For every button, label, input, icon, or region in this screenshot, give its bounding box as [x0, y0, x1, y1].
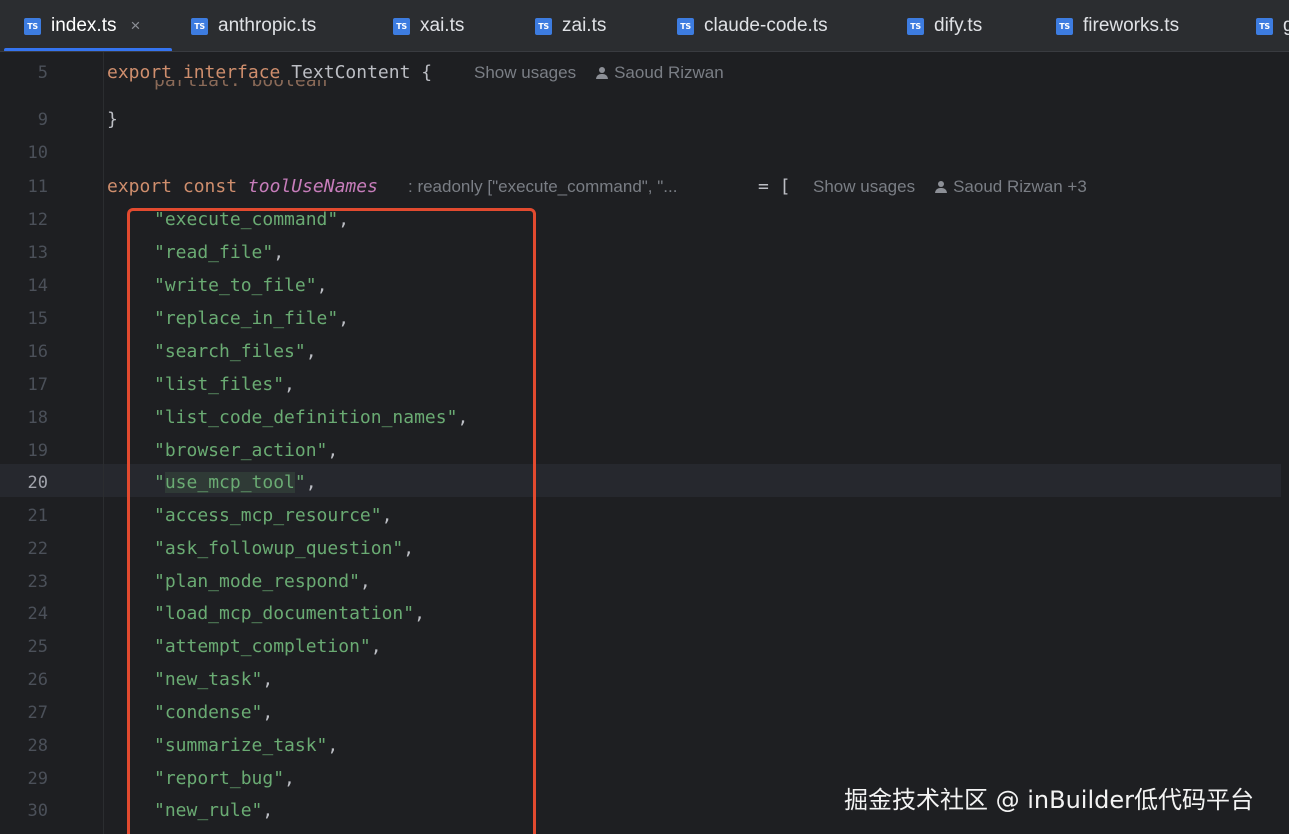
- tab-claude-code-ts[interactable]: TS claude-code.ts: [677, 0, 828, 51]
- code-line: partial: boolean: [0, 80, 1289, 96]
- line-number: 28: [27, 735, 48, 756]
- tab-label: index.ts: [51, 15, 117, 36]
- line-number: 11: [27, 176, 48, 197]
- code-text: partial: boolean: [154, 80, 328, 91]
- tab-label: xai.ts: [420, 15, 465, 36]
- line-number: 12: [27, 209, 48, 230]
- line-number: 15: [27, 308, 48, 329]
- user-icon: [935, 180, 948, 193]
- typescript-file-icon: TS: [535, 17, 552, 35]
- tab-label: g: [1283, 15, 1289, 37]
- line-number: 29: [27, 768, 48, 789]
- tab-index-ts[interactable]: TS index.ts ×: [24, 0, 140, 51]
- code-editor[interactable]: 5 export interface TextContent { Show us…: [0, 52, 1289, 834]
- tab-label: anthropic.ts: [218, 15, 317, 36]
- tab-xai-ts[interactable]: TS xai.ts: [393, 0, 465, 51]
- line-number: 13: [27, 242, 48, 263]
- keyword: export const: [107, 176, 238, 197]
- vertical-scrollbar[interactable]: [1281, 52, 1289, 834]
- tab-zai-ts[interactable]: TS zai.ts: [535, 0, 607, 51]
- annotation-highlight-box: [127, 208, 536, 834]
- line-number: 27: [27, 702, 48, 723]
- tab-truncated[interactable]: TS g: [1256, 0, 1289, 51]
- tab-label: claude-code.ts: [704, 15, 828, 36]
- code-lens: Show usages Saoud Rizwan +3: [813, 177, 1087, 197]
- tab-label: zai.ts: [562, 15, 607, 36]
- code-line: 10: [0, 136, 1289, 169]
- line-number: 14: [27, 275, 48, 296]
- tab-dify-ts[interactable]: TS dify.ts: [907, 0, 983, 51]
- typescript-file-icon: TS: [191, 17, 208, 35]
- line-number: 30: [27, 800, 48, 821]
- inlay-type-hint: : readonly ["execute_command", "...: [408, 176, 678, 196]
- code-text: }: [107, 109, 118, 130]
- line-number: 24: [27, 603, 48, 624]
- line-number: 17: [27, 374, 48, 395]
- line-number: 21: [27, 505, 48, 526]
- line-number: 9: [37, 109, 48, 130]
- assign-bracket: = [: [758, 176, 791, 197]
- line-number: 18: [27, 407, 48, 428]
- tab-fireworks-ts[interactable]: TS fireworks.ts: [1056, 0, 1180, 51]
- author-name[interactable]: Saoud Rizwan +3: [953, 177, 1087, 197]
- line-number: 26: [27, 669, 48, 690]
- const-name: toolUseNames: [247, 176, 378, 197]
- typescript-file-icon: TS: [907, 17, 924, 35]
- editor-tab-bar: TS index.ts × TS anthropic.ts TS xai.ts …: [0, 0, 1289, 52]
- line-number: 25: [27, 636, 48, 657]
- typescript-file-icon: TS: [677, 17, 694, 35]
- line-number: 22: [27, 538, 48, 559]
- watermark: 掘金技术社区 @ inBuilder低代码平台: [844, 786, 1255, 814]
- line-number: 10: [27, 142, 48, 163]
- line-number: 20: [27, 472, 48, 493]
- tab-label: fireworks.ts: [1083, 15, 1180, 36]
- typescript-file-icon: TS: [1056, 17, 1073, 35]
- code-line: 9 }: [0, 103, 1289, 136]
- user-icon: [596, 66, 609, 79]
- line-number: 23: [27, 571, 48, 592]
- show-usages-link[interactable]: Show usages: [813, 177, 915, 197]
- close-icon[interactable]: ×: [130, 16, 140, 36]
- code-line: 11 export const toolUseNames : readonly …: [0, 170, 1289, 203]
- typescript-file-icon: TS: [1256, 17, 1273, 35]
- line-number: 19: [27, 440, 48, 461]
- typescript-file-icon: TS: [24, 17, 41, 35]
- tab-label: dify.ts: [934, 15, 983, 36]
- line-number: 16: [27, 341, 48, 362]
- typescript-file-icon: TS: [393, 17, 410, 35]
- tab-anthropic-ts[interactable]: TS anthropic.ts: [191, 0, 317, 51]
- code-text: export const toolUseNames: [107, 176, 378, 197]
